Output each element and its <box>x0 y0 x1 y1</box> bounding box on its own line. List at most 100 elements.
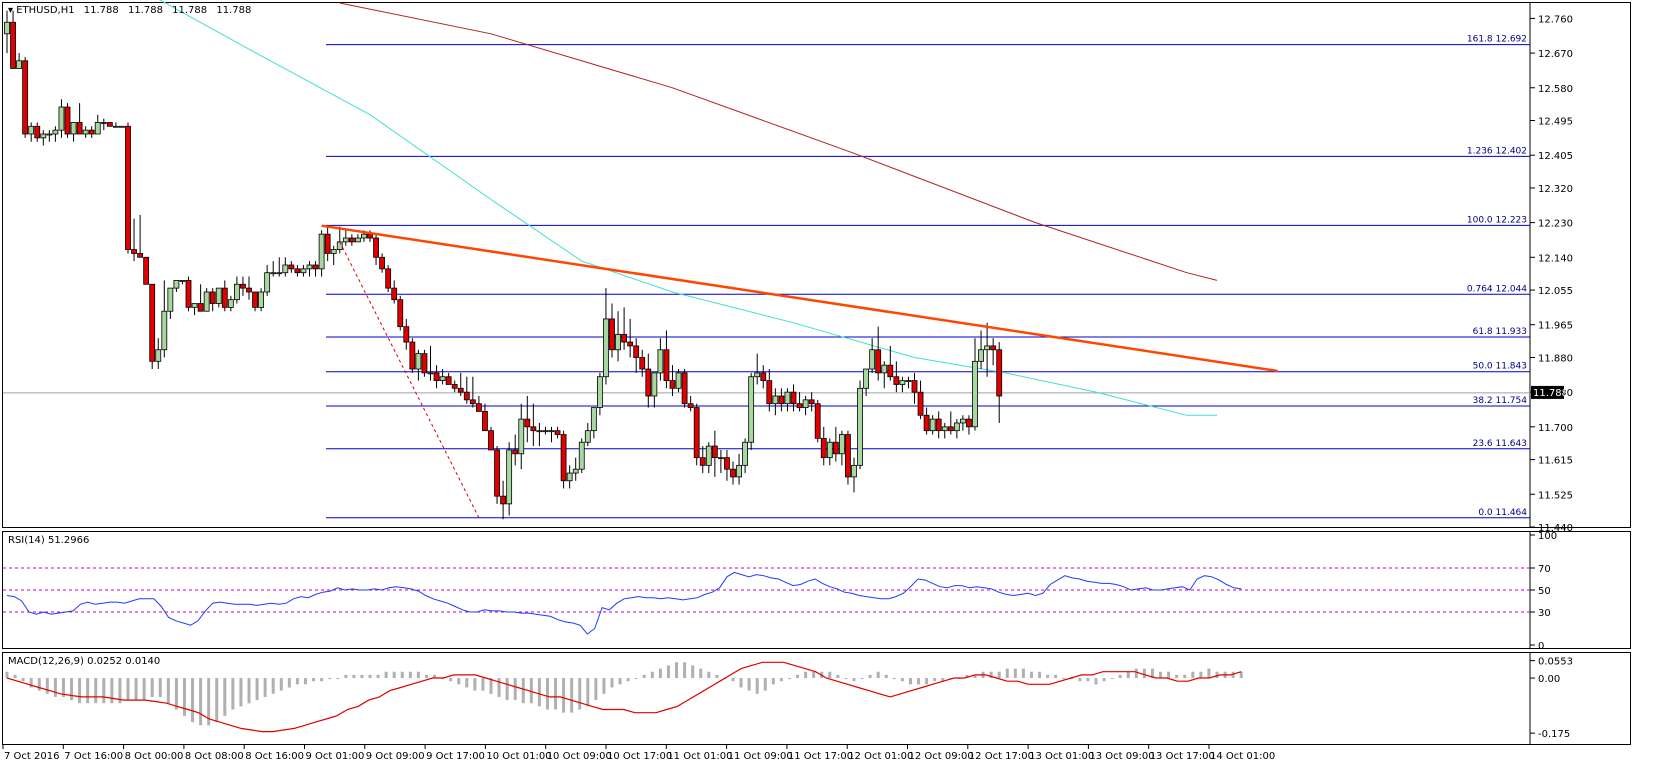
macd-histogram-bar <box>763 678 767 691</box>
candle-body <box>500 495 507 505</box>
candle-body <box>548 430 555 433</box>
candle-body <box>421 353 428 374</box>
chart-canvas: 12.760 12.670 12.580 12.495 12.405 12.320 12.2… <box>2 0 1631 762</box>
macd-histogram-bar <box>1239 671 1243 679</box>
candle-body <box>433 372 440 381</box>
candle-body <box>221 287 228 308</box>
candle-body <box>403 326 410 343</box>
candle-body <box>693 407 700 459</box>
macd-histogram-bar <box>844 678 848 680</box>
candle-body <box>312 264 319 270</box>
macd-histogram-bar <box>683 662 687 679</box>
candle-body <box>597 376 603 408</box>
candle-body <box>875 349 882 374</box>
fib-level-label: 100.0 12.223 <box>1467 215 1527 225</box>
macd-histogram-bar <box>868 674 872 679</box>
candle-body <box>46 133 53 136</box>
price-y-tick-label: 12.230 <box>1538 219 1573 230</box>
candle-body <box>972 360 978 428</box>
candle-body <box>699 457 706 466</box>
candle-body <box>790 391 797 405</box>
macd-histogram-bar <box>416 671 420 679</box>
fib-level-label: 0.0 11.464 <box>1478 508 1527 518</box>
candle-body <box>796 403 803 408</box>
candle-body <box>832 441 839 455</box>
header-value-low: 11.788 <box>172 5 207 16</box>
candle-body <box>990 345 997 351</box>
candle-body <box>893 376 900 385</box>
macd-histogram-bar <box>1199 671 1203 679</box>
candle-body <box>724 457 730 470</box>
macd-histogram-bar <box>755 678 759 694</box>
macd-histogram-bar <box>263 678 267 697</box>
candle-body <box>935 418 942 432</box>
macd-histogram-bar <box>320 678 324 682</box>
candle-body <box>457 387 464 393</box>
macd-histogram-bar <box>562 678 566 713</box>
candle-body <box>427 372 434 375</box>
price-y-tick-label: 12.580 <box>1538 84 1573 95</box>
candle-body <box>203 291 210 312</box>
candle-body <box>687 403 694 408</box>
macd-histogram-bar <box>481 678 485 691</box>
candle-body <box>119 125 125 128</box>
macd-histogram-bar <box>925 678 929 685</box>
candle-body <box>663 349 670 381</box>
macd-histogram-bar <box>1118 674 1122 679</box>
candle-body <box>566 472 573 482</box>
x-tick-label: 9 Oct 17:00 <box>426 751 485 762</box>
macd-histogram-bar <box>223 678 227 716</box>
candle-body <box>264 272 271 293</box>
macd-histogram-bar <box>715 674 719 679</box>
macd-histogram-bar <box>303 678 307 685</box>
candle-body <box>814 403 821 439</box>
macd-histogram-bar <box>691 665 695 679</box>
candle-body <box>651 372 658 397</box>
x-tick-label: 12 Oct 17:00 <box>969 751 1034 762</box>
candle-body <box>518 418 525 455</box>
candle-body <box>70 122 77 135</box>
price-y-tick-label: 12.495 <box>1538 117 1573 128</box>
macd-histogram-bar <box>110 678 114 704</box>
candle-body <box>711 445 718 459</box>
candle-body <box>482 411 488 432</box>
macd-histogram-bar <box>239 678 243 707</box>
x-tick-label: 9 Oct 09:00 <box>366 751 425 762</box>
rsi-y-tick-label: 50 <box>1538 586 1551 597</box>
macd-histogram-bar <box>997 671 1001 679</box>
candle-body <box>681 372 688 405</box>
candle-body <box>240 283 246 289</box>
macd-histogram-bar <box>545 678 549 710</box>
candle-body <box>469 399 476 405</box>
macd-histogram-bar <box>126 678 130 701</box>
macd-histogram-bar <box>570 678 574 713</box>
macd-histogram-bar <box>554 678 558 710</box>
macd-histogram-bar <box>255 678 259 701</box>
candle-body <box>52 129 59 135</box>
candle-body <box>137 253 144 258</box>
macd-histogram-bar <box>45 678 49 694</box>
chevron-down-icon[interactable]: ▾ <box>8 5 16 16</box>
macd-histogram-bar <box>586 678 590 707</box>
candle-body <box>94 122 101 135</box>
macd-histogram-bar <box>465 678 469 688</box>
price-y-tick-label: 12.055 <box>1538 286 1573 297</box>
macd-histogram-bar <box>231 678 235 710</box>
macd-histogram-bar <box>1078 678 1082 682</box>
macd-histogram-bar <box>344 674 348 679</box>
candle-body <box>379 256 386 270</box>
macd-histogram-bar <box>199 678 203 726</box>
candle-body <box>899 380 906 385</box>
macd-histogram-bar <box>505 678 509 701</box>
macd-histogram-bar <box>1046 674 1050 679</box>
candle-body <box>669 380 676 389</box>
candle-body <box>966 418 972 428</box>
candle-body <box>911 380 918 393</box>
candle-body <box>923 414 930 432</box>
macd-histogram-bar <box>497 678 501 697</box>
candle-body <box>633 345 640 358</box>
candle-body <box>306 264 313 270</box>
candle-body <box>609 318 615 351</box>
macd-histogram-bar <box>876 671 880 679</box>
x-tick-label: 13 Oct 01:00 <box>1029 751 1094 762</box>
